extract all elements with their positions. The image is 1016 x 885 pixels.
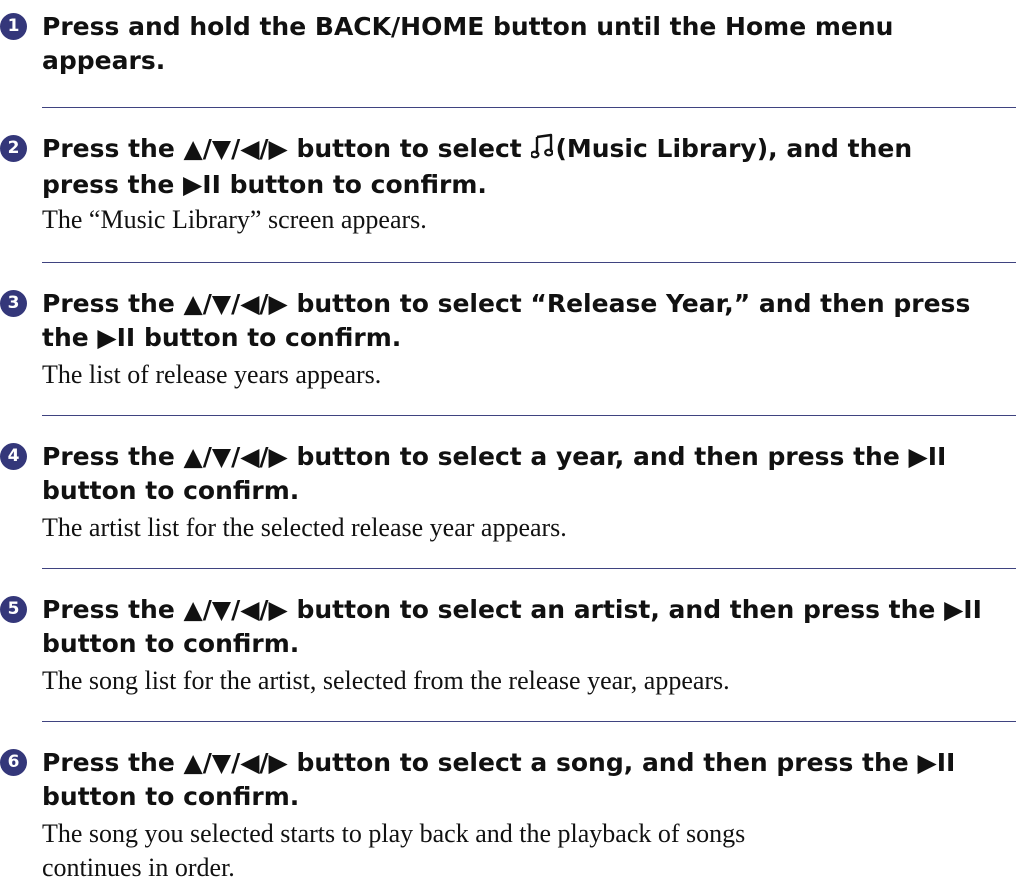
divider [42,721,1016,722]
divider [42,262,1016,263]
step-number-badge: 5 [0,596,27,623]
instruction-line: Press the ▲/▼/◀/▶ button to select an ar… [42,595,982,624]
result-line: The song you selected starts to play bac… [42,819,746,848]
step-instruction: Press the ▲/▼/◀/▶ button to select a son… [42,746,1002,814]
step-number-badge: 6 [0,749,27,776]
step-result: The song you selected starts to play bac… [42,817,1002,885]
step-result: The song list for the artist, selected f… [42,664,1002,698]
instruction-line: Press the ▲/▼/◀/▶ button to select (Musi… [42,132,1002,168]
step-instruction: Press and hold the BACK/HOME button unti… [42,10,1002,78]
instruction-line: button to confirm. [42,476,300,505]
instruction-line: button to confirm. [42,782,300,811]
divider [42,415,1016,416]
result-line: The list of release years appears. [42,360,382,389]
step-number-badge: 1 [0,13,27,40]
step-instruction: Press the ▲/▼/◀/▶ button to select (Musi… [42,132,1002,202]
instruction-text: Press the ▲/▼/◀/▶ button to select [42,134,522,163]
step-number-badge: 4 [0,443,27,470]
result-line: The song list for the artist, selected f… [42,666,730,695]
divider [42,568,1016,569]
step-number-badge: 2 [0,135,27,162]
step-instruction: Press the ▲/▼/◀/▶ button to select a yea… [42,440,1002,508]
music-note-icon [530,133,554,168]
step-result: The “Music Library” screen appears. [42,203,1002,237]
instruction-line: button to confirm. [42,629,300,658]
instruction-line: Press the ▲/▼/◀/▶ button to select a son… [42,748,956,777]
divider [42,107,1016,108]
instruction-line: Press and hold the BACK/HOME button unti… [42,12,894,41]
step-result: The artist list for the selected release… [42,511,1002,545]
step-result: The list of release years appears. [42,358,1002,392]
result-line: The “Music Library” screen appears. [42,205,427,234]
step-number-badge: 3 [0,290,27,317]
instruction-line: appears. [42,46,166,75]
instruction-line: press the ▶II button to confirm. [42,170,487,199]
instruction-line: Press the ▲/▼/◀/▶ button to select a yea… [42,442,947,471]
result-line: continues in order. [42,853,235,882]
step-instruction: Press the ▲/▼/◀/▶ button to select an ar… [42,593,1002,661]
instruction-line: Press the ▲/▼/◀/▶ button to select “Rele… [42,289,971,318]
result-line: The artist list for the selected release… [42,513,567,542]
step-instruction: Press the ▲/▼/◀/▶ button to select “Rele… [42,287,1002,355]
instruction-text: (Music Library), and then [555,134,913,163]
instruction-line: the ▶II button to confirm. [42,323,402,352]
